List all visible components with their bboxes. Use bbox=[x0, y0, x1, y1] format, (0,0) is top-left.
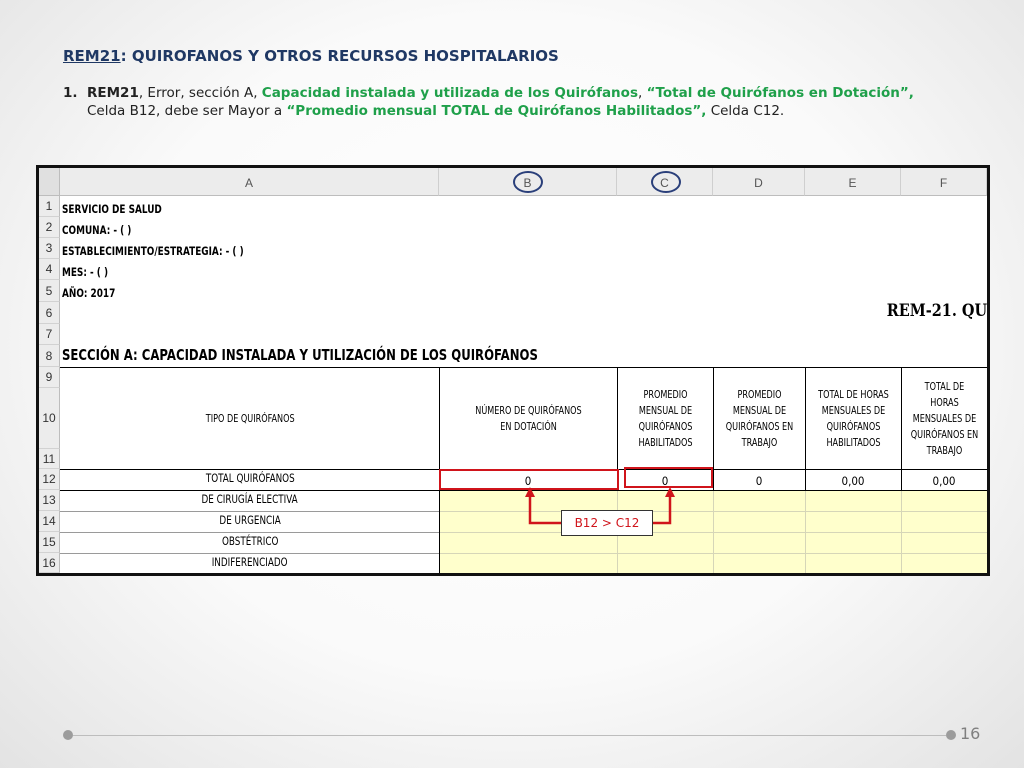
arrow-head-c12 bbox=[665, 487, 675, 497]
item-text-3: Celda B12, debe ser Mayor a bbox=[87, 103, 287, 119]
item-number: 1. bbox=[63, 85, 78, 101]
item-text-4: Celda C12. bbox=[706, 103, 785, 119]
error-description: 1. REM21, Error, sección A, Capacidad in… bbox=[63, 84, 1003, 120]
item-text-2: , bbox=[637, 85, 647, 101]
item-highlight-1: Capacidad instalada y utilizada de los Q… bbox=[261, 85, 638, 101]
item-text-1: , Error, sección A, bbox=[138, 85, 262, 101]
arrow-to-b12 bbox=[528, 494, 561, 525]
heading-text: : QUIROFANOS Y OTROS RECURSOS HOSPITALAR… bbox=[120, 47, 559, 65]
item-code: REM21 bbox=[87, 85, 139, 101]
footer-divider bbox=[73, 735, 946, 736]
page-number: 16 bbox=[960, 724, 981, 743]
item-line-2: Celda B12, debe ser Mayor a “Promedio me… bbox=[87, 102, 1003, 120]
spreadsheet-screenshot: A B C D E F 1 2 3 4 5 6 7 8 9 10 11 12 1… bbox=[36, 165, 990, 576]
footer-dot-right bbox=[946, 730, 956, 740]
arrow-head-b12 bbox=[525, 487, 535, 497]
comparison-callout: B12 > C12 bbox=[561, 510, 653, 536]
item-highlight-2: “Total de Quirófanos en Dotación”, bbox=[646, 85, 914, 101]
slide-heading: REM21: QUIROFANOS Y OTROS RECURSOS HOSPI… bbox=[63, 47, 559, 65]
footer-dot-left bbox=[63, 730, 73, 740]
comparison-arrows bbox=[525, 487, 675, 525]
heading-code: REM21 bbox=[63, 47, 121, 65]
item-highlight-3: “Promedio mensual TOTAL de Quirófanos Ha… bbox=[286, 103, 707, 119]
arrow-to-c12 bbox=[653, 494, 672, 525]
